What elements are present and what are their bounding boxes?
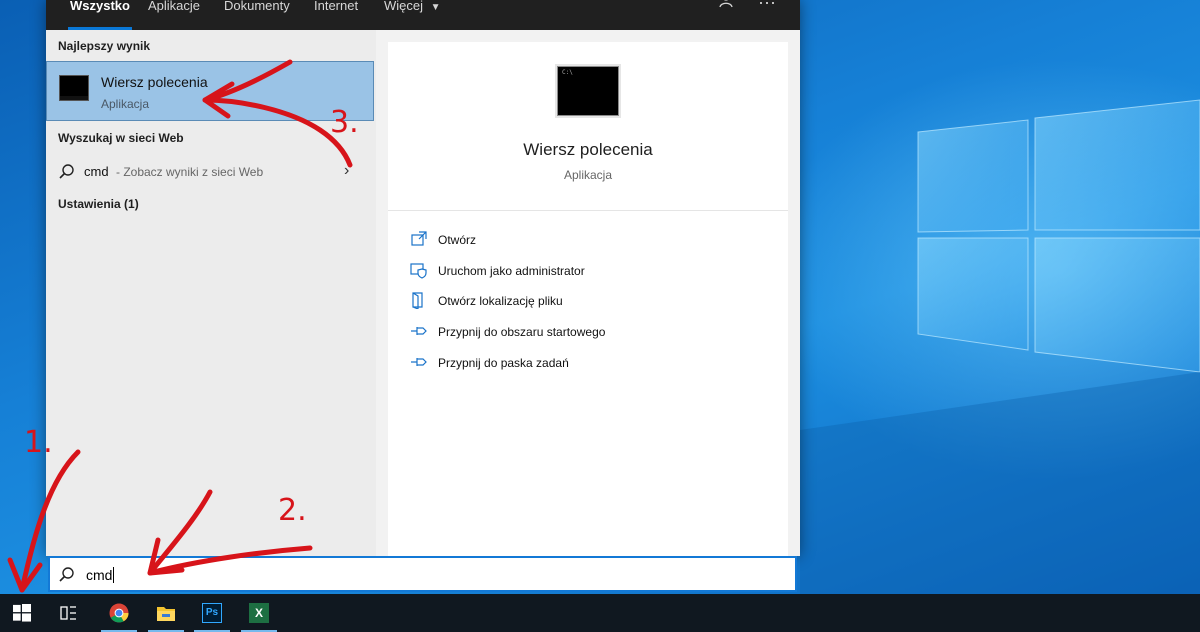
windows-start-icon (13, 604, 31, 622)
settings-header[interactable]: Ustawienia (1) (58, 197, 139, 211)
feedback-person-icon[interactable] (718, 0, 736, 15)
chrome-taskbar-button[interactable] (97, 594, 141, 632)
photoshop-taskbar-button[interactable]: Ps (190, 594, 234, 632)
search-tabbar: Wszystko Aplikacje Dokumenty Internet Wi… (46, 0, 800, 30)
search-panel: Wszystko Aplikacje Dokumenty Internet Wi… (46, 0, 800, 556)
tab-more-label: Więcej (384, 0, 424, 13)
excel-taskbar-button[interactable]: X (237, 594, 281, 632)
search-input-value: cmd (86, 567, 115, 583)
search-icon (58, 163, 76, 184)
best-match-subtitle: Aplikacja (101, 97, 150, 111)
tab-documents[interactable]: Dokumenty (222, 0, 292, 30)
start-button[interactable] (0, 594, 44, 632)
web-search-result[interactable]: cmd - Zobacz wyniki z sieci Web › (58, 162, 368, 182)
file-explorer-taskbar-button[interactable] (144, 594, 188, 632)
best-match-header: Najlepszy wynik (58, 39, 151, 53)
best-match-item[interactable]: Wiersz polecenia Aplikacja (46, 61, 374, 121)
web-search-query: cmd (84, 164, 109, 179)
ellipsis-icon[interactable]: ··· (758, 0, 776, 13)
pin-icon (411, 358, 427, 366)
folder-icon (157, 607, 175, 621)
taskbar: Ps X (0, 594, 1200, 632)
folder-location-icon (412, 292, 423, 309)
open-icon (411, 231, 427, 246)
best-match-title: Wiersz polecenia (101, 74, 208, 90)
command-prompt-icon (59, 75, 89, 101)
chevron-down-icon: ▼ (430, 2, 441, 13)
results-list: Najlepszy wynik Wiersz polecenia Aplikac… (46, 30, 376, 556)
web-search-header: Wyszukaj w sieci Web (58, 131, 184, 145)
task-view-button[interactable] (46, 594, 90, 632)
tab-apps[interactable]: Aplikacje (146, 0, 202, 30)
search-icon (58, 566, 76, 589)
excel-icon: X (249, 603, 269, 623)
preview-subtitle: Aplikacja (563, 168, 613, 182)
command-prompt-large-icon: C:\ (557, 66, 619, 116)
search-input[interactable]: cmd (48, 556, 797, 592)
photoshop-icon: Ps (202, 603, 222, 623)
web-search-hint: - Zobacz wyniki z sieci Web (116, 165, 264, 179)
preview-title: Wiersz polecenia (523, 140, 653, 159)
task-view-icon (60, 606, 76, 620)
preview-pane: C:\ Wiersz polecenia Aplikacja Otwórz Ur… (388, 42, 788, 556)
action-open-file-location-label: Otwórz lokalizację pliku (438, 294, 563, 308)
shield-icon (410, 263, 427, 279)
tab-all[interactable]: Wszystko (68, 0, 132, 30)
chrome-icon (109, 603, 129, 623)
tab-internet[interactable]: Internet (312, 0, 360, 30)
action-pin-to-start-label: Przypnij do obszaru startowego (438, 325, 606, 339)
tab-more[interactable]: Więcej ▼ (382, 0, 443, 30)
pin-icon (411, 327, 427, 335)
divider (388, 210, 788, 211)
action-run-as-admin-label: Uruchom jako administrator (438, 264, 585, 278)
action-open-label: Otwórz (438, 233, 477, 247)
action-pin-to-taskbar-label: Przypnij do paska zadań (438, 356, 569, 370)
chevron-right-icon[interactable]: › (344, 162, 349, 180)
